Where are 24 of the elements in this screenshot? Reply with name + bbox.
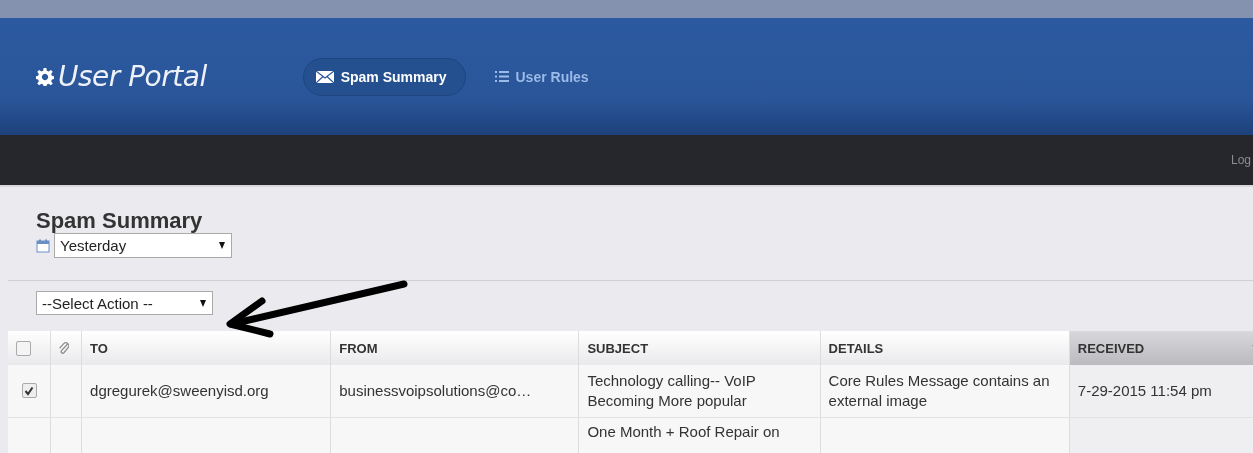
page-title: Spam Summary bbox=[36, 209, 204, 233]
paperclip-icon bbox=[59, 340, 70, 356]
table-cell: Technology calling-- VoIP Becoming More popular bbox=[587, 371, 756, 409]
date-dropdown[interactable]: Yesterday bbox=[54, 233, 232, 258]
checkbox[interactable] bbox=[21, 383, 37, 399]
nav-tab[interactable]: User Rules bbox=[481, 57, 608, 96]
table-cell: One Month + Roof Repair on bbox=[587, 422, 780, 440]
column-header[interactable]: SUBJECT bbox=[578, 331, 821, 365]
calendar-icon bbox=[36, 238, 50, 253]
gear-icon bbox=[36, 67, 54, 86]
table-cell: Core Rules Message contains an external image bbox=[828, 371, 1050, 409]
log-link[interactable]: Log bbox=[1230, 153, 1251, 167]
list-icon bbox=[494, 71, 509, 82]
column-header[interactable]: DETAILS bbox=[820, 331, 1070, 365]
column-header[interactable]: FROM bbox=[330, 331, 579, 365]
column-header[interactable]: TO bbox=[81, 331, 331, 365]
table-cell: businessvoipsolutions@co… bbox=[339, 381, 532, 399]
table-cell: dgregurek@sweenyisd.org bbox=[90, 381, 269, 399]
envelope-icon bbox=[315, 70, 334, 83]
table-cell: 7-29-2015 11:54 pm bbox=[1077, 381, 1212, 399]
checkbox[interactable] bbox=[16, 340, 31, 356]
action-dropdown[interactable]: --Select Action -- bbox=[36, 291, 213, 315]
nav-tab[interactable]: Spam Summary bbox=[302, 57, 466, 96]
column-header[interactable]: RECEIVED bbox=[1069, 331, 1253, 365]
